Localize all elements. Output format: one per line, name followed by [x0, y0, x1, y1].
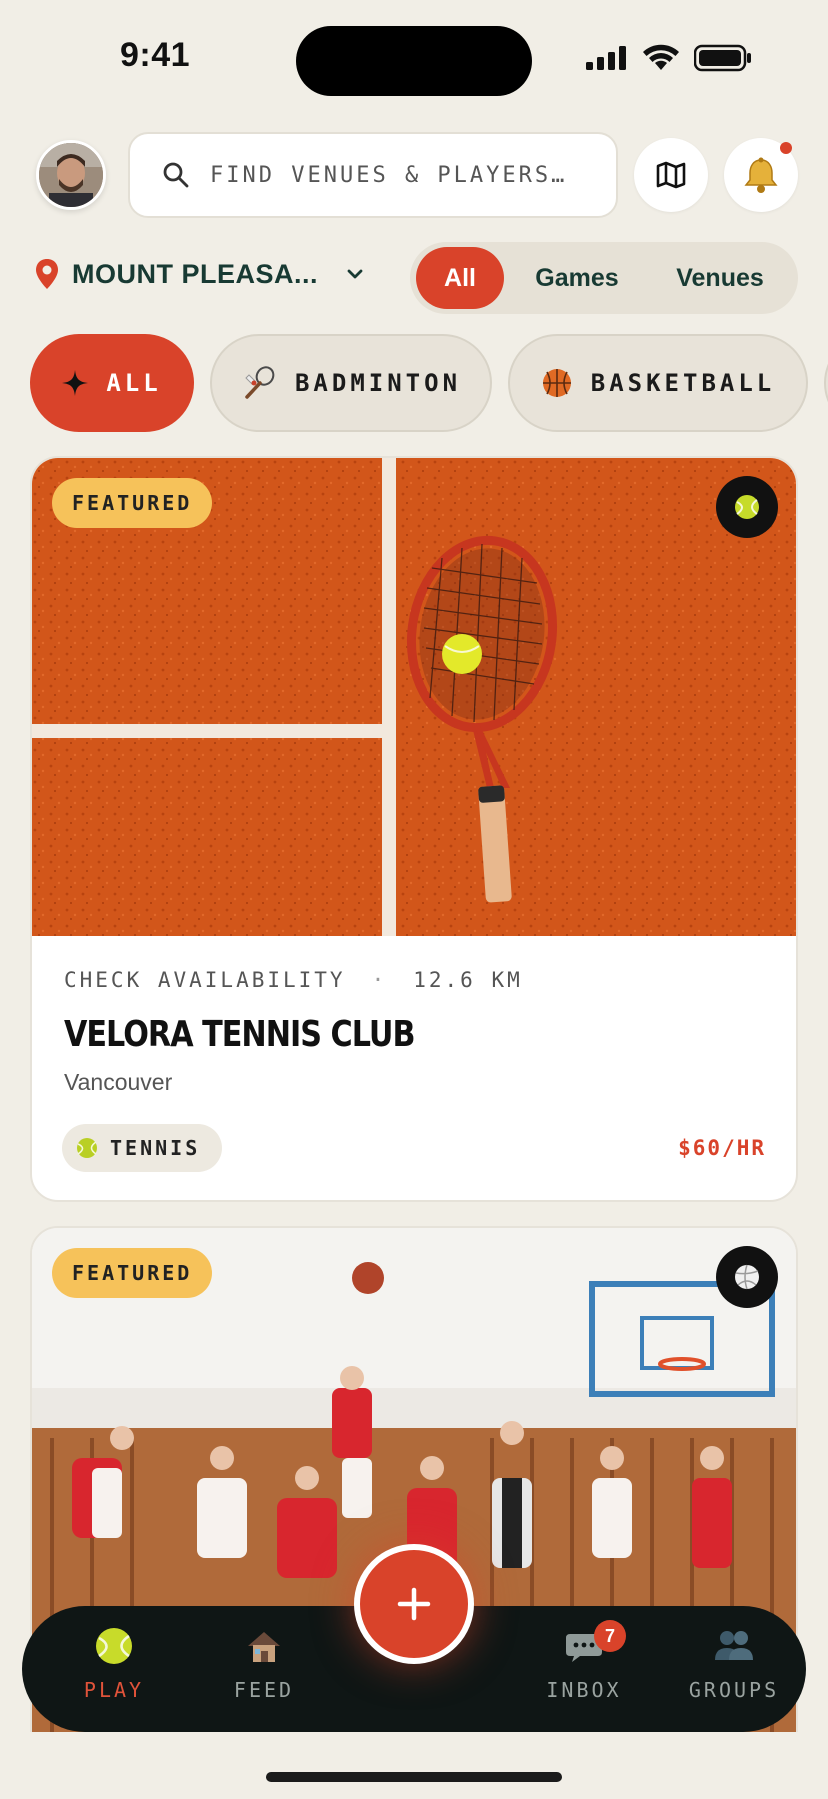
filter-chip-label: ALL [106, 369, 162, 397]
dynamic-island [296, 26, 532, 96]
tennis-ball-icon [96, 1628, 132, 1664]
filter-chip-badminton[interactable]: BADMINTON [210, 334, 492, 432]
chevron-down-icon [347, 269, 363, 279]
nav-feed[interactable]: FEED [204, 1626, 324, 1702]
status-time: 9:41 [120, 36, 191, 74]
venue-name: VELORA TENNIS CLUB [64, 1014, 415, 1055]
sport-indicator [716, 476, 778, 538]
meta-separator: · [371, 968, 388, 992]
filter-chip-label: BADMINTON [294, 369, 462, 397]
venue-image: FEATURED [32, 458, 796, 936]
signal-icon [586, 46, 626, 70]
segment-games[interactable]: Games [504, 247, 650, 309]
segment-venues[interactable]: Venues [650, 247, 790, 309]
filter-chip-label: BASKETBALL [590, 369, 776, 397]
notifications-button[interactable] [724, 138, 798, 212]
search-icon [163, 162, 189, 188]
venue-city: Vancouver [64, 1069, 173, 1095]
nav-play[interactable]: PLAY [54, 1626, 174, 1702]
nav-label: FEED [233, 1678, 295, 1702]
people-icon [715, 1631, 753, 1660]
volleyball-icon [735, 1264, 759, 1290]
basketball-icon [542, 369, 571, 397]
wifi-icon [643, 44, 679, 70]
filter-chip-all[interactable]: ALL [30, 334, 194, 432]
tennis-ball-icon [735, 495, 759, 519]
bottom-safe-area [0, 1732, 828, 1799]
venue-card[interactable]: FEATURED CHECK AVAILABILITY · 12.6 KM VELO… [30, 456, 798, 1202]
inbox-badge: 7 [594, 1620, 626, 1652]
venue-price: $60/HR [678, 1136, 766, 1160]
nav-label: PLAY [83, 1678, 145, 1702]
sport-indicator [716, 1246, 778, 1308]
availability-label[interactable]: CHECK AVAILABILITY [64, 968, 346, 992]
nav-label: GROUPS [688, 1678, 780, 1702]
featured-badge: FEATURED [52, 1248, 213, 1298]
nav-label: INBOX [546, 1678, 622, 1702]
distance: 12.6 KM [413, 968, 523, 992]
location-selector[interactable]: MOUNT PLEASA... [34, 258, 366, 290]
sparkle-icon [62, 370, 89, 396]
status-bar: 9:41 [0, 0, 828, 110]
view-segmented-control: All Games Venues [410, 242, 798, 314]
search-input[interactable]: FIND VENUES & PLAYERS… [128, 132, 618, 218]
nav-inbox[interactable]: 7 INBOX [524, 1620, 644, 1702]
create-button[interactable] [354, 1544, 474, 1664]
home-indicator [266, 1772, 562, 1782]
segment-all[interactable]: All [416, 247, 504, 309]
search-placeholder: FIND VENUES & PLAYERS… [210, 162, 568, 188]
filter-chip-more[interactable] [824, 334, 828, 432]
location-pin-icon [36, 259, 58, 289]
tennis-ball-icon [77, 1138, 97, 1158]
bell-icon [744, 157, 778, 193]
venue-meta: CHECK AVAILABILITY · 12.6 KM [64, 968, 764, 992]
nav-groups[interactable]: GROUPS [674, 1626, 794, 1702]
plus-icon [397, 1587, 431, 1621]
badminton-icon [245, 366, 275, 399]
sport-filter-bar: ALL BADMINTON BASKETBALL [30, 334, 828, 432]
map-icon [656, 161, 686, 189]
sport-tag-label: TENNIS [110, 1136, 201, 1160]
battery-icon [694, 44, 751, 72]
location-name: MOUNT PLEASA... [72, 258, 319, 289]
filter-chip-basketball[interactable]: BASKETBALL [508, 334, 808, 432]
house-icon [248, 1632, 280, 1662]
map-button[interactable] [634, 138, 708, 212]
notification-dot [780, 142, 792, 154]
sport-tag: TENNIS [62, 1124, 223, 1172]
status-icons [586, 44, 752, 72]
featured-badge: FEATURED [52, 478, 213, 528]
avatar[interactable] [36, 140, 106, 210]
